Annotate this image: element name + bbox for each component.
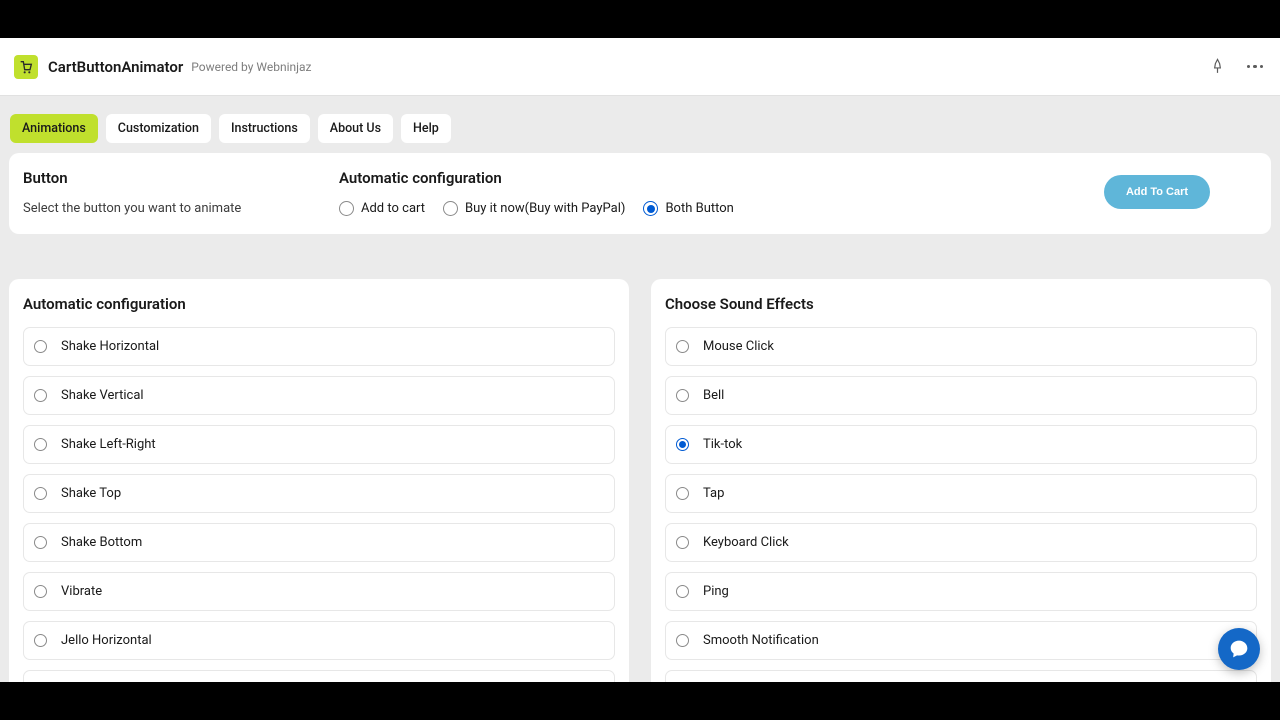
radio-icon	[676, 340, 689, 353]
sound-panel: Choose Sound Effects Mouse Click Bell Tik-…	[651, 279, 1271, 682]
animation-option[interactable]: Vibrate	[23, 572, 615, 611]
button-section-desc: Select the button you want to animate	[23, 201, 339, 216]
auto-config-title: Automatic configuration	[339, 169, 1057, 187]
option-label: Vibrate	[61, 584, 102, 599]
option-label: Smooth Notification	[703, 633, 819, 648]
sound-option[interactable]: Ping	[665, 572, 1257, 611]
radio-icon	[34, 536, 47, 549]
radio-icon	[339, 201, 354, 216]
animation-option[interactable]: Jello Vertical	[23, 670, 615, 682]
animation-list: Shake Horizontal Shake Vertical Shake Left…	[23, 327, 615, 682]
sound-option[interactable]: Bell	[665, 376, 1257, 415]
option-label: Tik-tok	[703, 437, 742, 452]
app-subtitle: Powered by Webninjaz	[191, 60, 311, 74]
option-label: Shake Horizontal	[61, 339, 159, 354]
tab-help[interactable]: Help	[401, 114, 451, 143]
option-label: Shake Left-Right	[61, 437, 156, 452]
app-header: CartButtonAnimator Powered by Webninjaz	[0, 38, 1280, 96]
radio-label: Buy it now(Buy with PayPal)	[465, 201, 625, 216]
chat-fab[interactable]	[1218, 628, 1260, 670]
auto-config-section: Automatic configuration Add to cart Buy i…	[339, 169, 1057, 216]
radio-icon	[676, 438, 689, 451]
option-label: Ping	[703, 584, 729, 599]
radio-icon	[34, 389, 47, 402]
option-label: Shake Vertical	[61, 388, 144, 403]
radio-icon	[676, 487, 689, 500]
preview-button-wrap: Add To Cart	[1057, 169, 1257, 209]
two-column-area: Automatic configuration Shake Horizontal…	[0, 234, 1280, 682]
radio-label: Both Button	[665, 201, 733, 216]
pin-icon[interactable]	[1206, 56, 1228, 78]
radio-icon	[676, 634, 689, 647]
animation-option[interactable]: Shake Horizontal	[23, 327, 615, 366]
animation-option[interactable]: Jello Horizontal	[23, 621, 615, 660]
option-label: Jello Horizontal	[61, 633, 152, 648]
sound-option[interactable]: Tik-tok	[665, 425, 1257, 464]
option-label: Keyboard Click	[703, 535, 789, 550]
option-label: Shake Bottom	[61, 535, 142, 550]
radio-icon	[643, 201, 658, 216]
sound-option[interactable]: Mouse Click	[665, 327, 1257, 366]
sound-option[interactable]: Keyboard Click	[665, 523, 1257, 562]
chat-icon	[1229, 639, 1249, 659]
button-section: Button Select the button you want to ani…	[23, 169, 339, 216]
radio-icon	[676, 389, 689, 402]
tab-animations[interactable]: Animations	[10, 114, 98, 143]
app-title: CartButtonAnimator	[48, 58, 183, 76]
sound-list: Mouse Click Bell Tik-tok Tap Keyboard Click P…	[665, 327, 1257, 682]
radio-label: Add to cart	[361, 201, 425, 216]
radio-icon	[34, 487, 47, 500]
sound-option[interactable]: Notification	[665, 670, 1257, 682]
animation-option[interactable]: Shake Vertical	[23, 376, 615, 415]
header-actions	[1206, 56, 1266, 78]
tabs-row: Animations Customization Instructions About…	[0, 96, 1280, 153]
radio-icon	[34, 340, 47, 353]
radio-icon	[34, 634, 47, 647]
radio-icon	[443, 201, 458, 216]
radio-icon	[676, 536, 689, 549]
add-to-cart-preview-button[interactable]: Add To Cart	[1104, 175, 1210, 209]
button-target-option[interactable]: Add to cart	[339, 201, 425, 216]
button-radio-row: Add to cart Buy it now(Buy with PayPal) Bo…	[339, 201, 1057, 216]
sound-option[interactable]: Tap	[665, 474, 1257, 513]
button-target-option[interactable]: Both Button	[643, 201, 733, 216]
button-target-option[interactable]: Buy it now(Buy with PayPal)	[443, 201, 625, 216]
app-logo-icon	[14, 55, 38, 79]
app-viewport: CartButtonAnimator Powered by Webninjaz …	[0, 38, 1280, 682]
radio-icon	[34, 438, 47, 451]
animation-panel-title: Automatic configuration	[23, 295, 615, 313]
animation-option[interactable]: Shake Top	[23, 474, 615, 513]
option-label: Mouse Click	[703, 339, 774, 354]
animation-option[interactable]: Shake Left-Right	[23, 425, 615, 464]
more-icon[interactable]	[1244, 56, 1266, 78]
top-config-panel: Button Select the button you want to ani…	[9, 153, 1271, 234]
option-label: Tap	[703, 486, 724, 501]
radio-icon	[676, 585, 689, 598]
option-label: Bell	[703, 388, 724, 403]
button-section-title: Button	[23, 169, 339, 187]
animation-panel: Automatic configuration Shake Horizontal…	[9, 279, 629, 682]
animation-option[interactable]: Shake Bottom	[23, 523, 615, 562]
option-label: Shake Top	[61, 486, 121, 501]
tab-customization[interactable]: Customization	[106, 114, 211, 143]
tab-instructions[interactable]: Instructions	[219, 114, 310, 143]
tab-about-us[interactable]: About Us	[318, 114, 393, 143]
radio-icon	[34, 585, 47, 598]
sound-panel-title: Choose Sound Effects	[665, 295, 1257, 313]
sound-option[interactable]: Smooth Notification	[665, 621, 1257, 660]
